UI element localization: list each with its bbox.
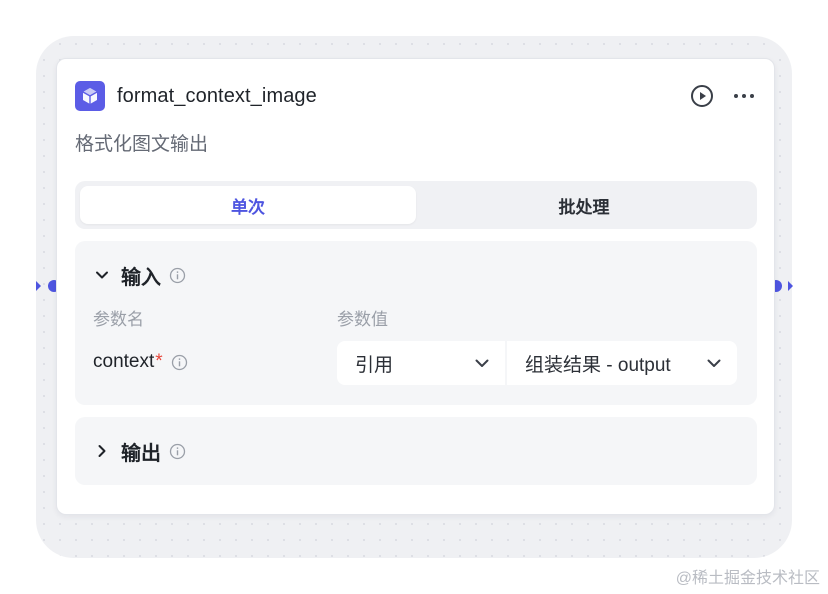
input-section: 输入 参数名 参数值 context * 引用 组装结果 - output bbox=[75, 241, 757, 405]
chevron-down-icon bbox=[473, 354, 491, 372]
param-name: context * bbox=[93, 351, 188, 373]
header-actions bbox=[690, 84, 756, 108]
more-horizontal-icon bbox=[734, 94, 754, 98]
chevron-down-icon bbox=[705, 354, 723, 372]
tab-batch[interactable]: 批处理 bbox=[416, 186, 752, 224]
chevron-right-icon[interactable] bbox=[93, 442, 111, 460]
info-icon[interactable] bbox=[169, 267, 186, 284]
param-value-column-label: 参数值 bbox=[337, 310, 388, 329]
node-header: format_context_image bbox=[75, 81, 756, 111]
input-port-arrow bbox=[36, 281, 41, 291]
reference-select[interactable]: 组装结果 - output bbox=[507, 341, 737, 385]
play-circle-icon bbox=[691, 85, 713, 107]
info-icon[interactable] bbox=[169, 443, 186, 460]
input-section-title: 输入 bbox=[121, 266, 161, 289]
watermark: @稀土掘金技术社区 bbox=[675, 570, 820, 587]
more-options-button[interactable] bbox=[732, 84, 756, 108]
input-section-header[interactable]: 输入 bbox=[93, 261, 186, 289]
param-name-column-label: 参数名 bbox=[93, 310, 144, 329]
node-title: format_context_image bbox=[117, 84, 317, 107]
info-icon[interactable] bbox=[171, 354, 188, 371]
output-port-arrow bbox=[788, 281, 793, 291]
cube-icon bbox=[75, 81, 105, 111]
output-section: 输出 bbox=[75, 417, 757, 485]
value-type-select[interactable]: 引用 bbox=[337, 341, 505, 385]
output-section-title: 输出 bbox=[121, 442, 161, 465]
chevron-down-icon[interactable] bbox=[93, 266, 111, 284]
param-name-text: context bbox=[93, 351, 155, 372]
param-row: context * 引用 组装结果 - output bbox=[75, 341, 757, 385]
value-type-selected: 引用 bbox=[355, 354, 394, 376]
workflow-node-card[interactable]: format_context_image 格式化图文输出 单次 批处理 输入 参… bbox=[56, 58, 775, 515]
node-description: 格式化图文输出 bbox=[75, 134, 209, 155]
output-section-header[interactable]: 输出 bbox=[93, 437, 186, 465]
run-button[interactable] bbox=[690, 84, 714, 108]
mode-switch: 单次 批处理 bbox=[75, 181, 757, 229]
tab-single[interactable]: 单次 bbox=[80, 186, 416, 224]
required-mark: * bbox=[155, 351, 163, 372]
reference-selected: 组装结果 - output bbox=[525, 354, 671, 376]
